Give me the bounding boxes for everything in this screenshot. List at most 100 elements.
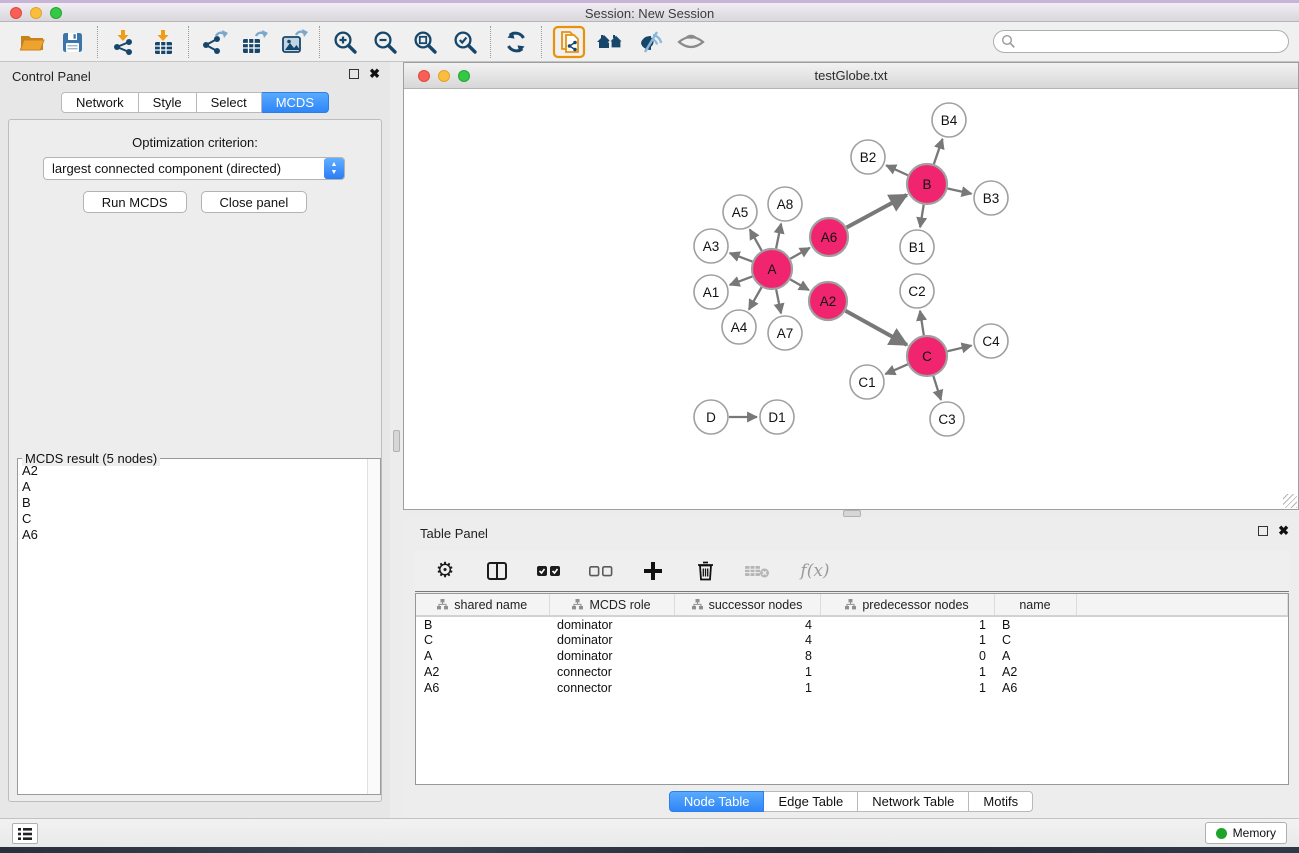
edge-B-B1[interactable] [920,205,924,228]
node-A2[interactable]: A2 [809,282,847,320]
result-item[interactable]: A2 [18,463,367,479]
edge-A-A8[interactable] [776,224,781,249]
close-panel-icon[interactable]: ✖ [369,69,380,79]
close-panel-icon[interactable]: ✖ [1278,526,1289,536]
zoom-selected-button[interactable] [445,25,485,59]
node-B3[interactable]: B3 [974,181,1008,215]
node-A6[interactable]: A6 [810,218,848,256]
node-C[interactable]: C [907,336,947,376]
show-columns-button[interactable] [483,556,511,586]
unselect-all-columns-button[interactable] [587,556,615,586]
node-B2[interactable]: B2 [851,140,885,174]
export-image-button[interactable] [274,25,314,59]
col-shared-name[interactable]: shared name [416,594,549,616]
search-input[interactable] [993,30,1289,53]
result-item[interactable]: B [18,495,367,511]
tab-network-table[interactable]: Network Table [858,791,969,812]
refresh-button[interactable] [496,25,536,59]
run-mcds-button[interactable]: Run MCDS [83,191,187,213]
export-table-button[interactable] [234,25,274,59]
edge-C-C1[interactable] [885,364,907,374]
edge-A-A4[interactable] [749,287,762,309]
node-A1[interactable]: A1 [694,275,728,309]
show-graphics-details-button[interactable] [671,25,711,59]
table-header-row[interactable]: shared name MCDS role successor nodes pr… [416,594,1288,616]
node-C3[interactable]: C3 [930,402,964,436]
edge-B-B2[interactable] [886,165,908,175]
node-A3[interactable]: A3 [694,229,728,263]
splitter-handle[interactable] [843,510,861,517]
node-B1[interactable]: B1 [900,230,934,264]
node-table[interactable]: shared name MCDS role successor nodes pr… [416,594,1288,696]
hide-graphics-details-button[interactable] [631,25,671,59]
tab-edge-table[interactable]: Edge Table [764,791,858,812]
edge-C-C4[interactable] [947,346,971,352]
memory-button[interactable]: Memory [1205,822,1287,844]
tab-node-table[interactable]: Node Table [669,791,765,812]
delete-column-button[interactable] [691,556,719,586]
node-B[interactable]: B [907,164,947,204]
edge-A6-B[interactable] [847,195,907,228]
result-item[interactable]: A [18,479,367,495]
vertical-splitter[interactable] [390,62,403,818]
horizontal-splitter[interactable] [403,510,1299,518]
edge-B-B4[interactable] [934,139,943,164]
import-network-button[interactable] [103,25,143,59]
select-all-columns-button[interactable] [535,556,563,586]
table-row[interactable]: A6connector11A6 [416,680,1288,696]
splitter-handle[interactable] [393,430,400,452]
edge-A2-C[interactable] [845,311,906,345]
node-A5[interactable]: A5 [723,195,757,229]
result-item[interactable]: A6 [18,527,367,543]
float-panel-icon[interactable] [349,69,359,79]
result-item[interactable]: C [18,511,367,527]
edge-A-A6[interactable] [790,248,810,259]
zoom-out-button[interactable] [365,25,405,59]
edge-A-A5[interactable] [750,229,762,250]
import-table-button[interactable] [143,25,183,59]
node-C2[interactable]: C2 [900,274,934,308]
export-network-button[interactable] [194,25,234,59]
tab-network[interactable]: Network [61,92,139,113]
function-builder-button[interactable]: f(x) [795,556,835,586]
tab-style[interactable]: Style [139,92,197,113]
node-A4[interactable]: A4 [722,310,756,344]
table-row[interactable]: Adominator80A [416,648,1288,664]
col-name[interactable]: name [994,594,1076,616]
float-panel-icon[interactable] [1258,526,1268,536]
table-row[interactable]: Bdominator41B [416,616,1288,632]
zoom-fit-button[interactable] [405,25,445,59]
edge-C-C3[interactable] [933,376,941,400]
edge-A-A7[interactable] [776,290,781,314]
node-D[interactable]: D [694,400,728,434]
table-settings-button[interactable]: ⚙ [431,556,459,586]
col-successor-nodes[interactable]: successor nodes [674,594,820,616]
open-session-button[interactable] [12,25,52,59]
edge-C-C2[interactable] [920,311,924,335]
edge-A-A3[interactable] [730,253,753,262]
create-column-button[interactable] [639,556,667,586]
col-predecessor-nodes[interactable]: predecessor nodes [820,594,994,616]
resize-grip-icon[interactable] [1283,494,1297,508]
show-all-networks-button[interactable] [591,25,631,59]
result-scrollbar[interactable] [367,459,380,794]
save-session-button[interactable] [52,25,92,59]
node-B4[interactable]: B4 [932,103,966,137]
node-A7[interactable]: A7 [768,316,802,350]
tab-mcds[interactable]: MCDS [262,92,329,113]
table-row[interactable]: Cdominator41C [416,632,1288,648]
node-A8[interactable]: A8 [768,187,802,221]
table-row[interactable]: A2connector11A2 [416,664,1288,680]
new-network-from-file-button[interactable] [547,25,591,59]
tab-motifs[interactable]: Motifs [969,791,1033,812]
network-canvas-svg[interactable]: B4B2BB3B1A5A8A6A3AA1A2C2A4A7C4CC1C3DD1 [405,89,1297,508]
node-D1[interactable]: D1 [760,400,794,434]
show-tasks-button[interactable] [12,823,38,844]
zoom-in-button[interactable] [325,25,365,59]
node-C4[interactable]: C4 [974,324,1008,358]
node-C1[interactable]: C1 [850,365,884,399]
tab-select[interactable]: Select [197,92,262,113]
edge-A-A1[interactable] [730,276,753,285]
delete-table-button[interactable] [743,556,771,586]
edge-B-B3[interactable] [948,188,972,193]
